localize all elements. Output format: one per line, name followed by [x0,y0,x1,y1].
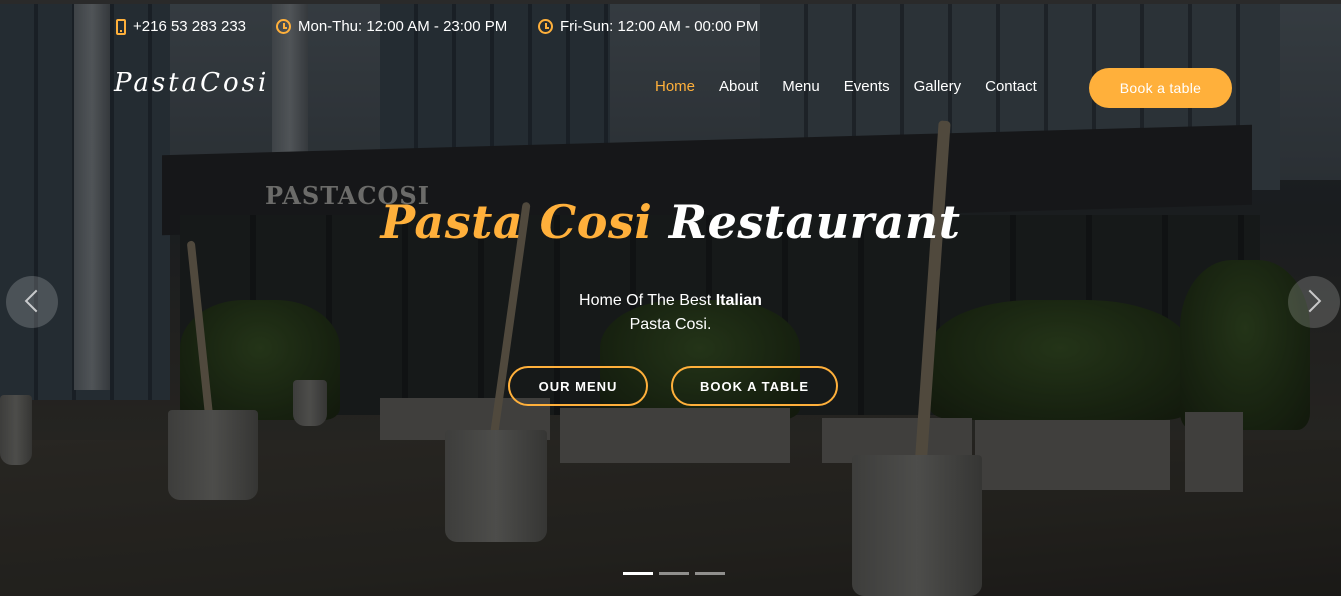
weekend-hours: Fri-Sun: 12:00 AM - 00:00 PM [538,18,758,35]
nav-item-contact[interactable]: Contact [985,78,1037,95]
main-nav: Home About Menu Events Gallery Contact [655,78,1061,95]
hero-subtitle-line2: Pasta Cosi. [629,316,712,333]
weekday-hours-text: Mon-Thu: 12:00 AM - 23:00 PM [298,18,508,35]
hero-subtitle-bold: Italian [715,292,762,309]
our-menu-button[interactable]: OUR MENU [508,366,648,406]
carousel-dot[interactable] [659,572,689,575]
hero-title-rest: Restaurant [668,195,961,249]
top-edge [0,0,1341,4]
hero-title: Pasta Cosi Restaurant [0,195,1341,249]
weekday-hours: Mon-Thu: 12:00 AM - 23:00 PM [276,18,507,35]
carousel-next-arrow-icon[interactable] [1288,276,1340,328]
hero-subtitle-text: Home Of The Best [579,292,716,309]
nav-item-about[interactable]: About [719,78,758,95]
carousel-dot[interactable] [623,572,653,575]
weekend-hours-text: Fri-Sun: 12:00 AM - 00:00 PM [560,18,759,35]
nav-item-gallery[interactable]: Gallery [914,78,962,95]
hero-subtitle: Home Of The Best Italian Pasta Cosi. [0,289,1341,337]
hero-title-accent: Pasta Cosi [380,195,653,249]
nav-item-events[interactable]: Events [844,78,890,95]
phone-icon [116,18,126,35]
carousel-prev-arrow-icon[interactable] [6,276,58,328]
nav-item-home[interactable]: Home [655,78,695,95]
nav-item-menu[interactable]: Menu [782,78,820,95]
clock-icon [538,19,553,34]
phone-number[interactable]: +216 53 283 233 [133,18,246,35]
site-logo[interactable]: PastaCosi [114,68,269,98]
carousel-indicators [623,572,725,575]
phone-info: +216 53 283 233 [116,18,246,35]
clock-icon [276,19,291,34]
carousel-dot[interactable] [695,572,725,575]
hero-section: PASTACOSI +216 53 283 233 Mon-Thu: 12:00… [0,0,1341,596]
book-table-hero-button[interactable]: BOOK A TABLE [671,366,838,406]
book-a-table-button[interactable]: Book a table [1089,68,1232,108]
